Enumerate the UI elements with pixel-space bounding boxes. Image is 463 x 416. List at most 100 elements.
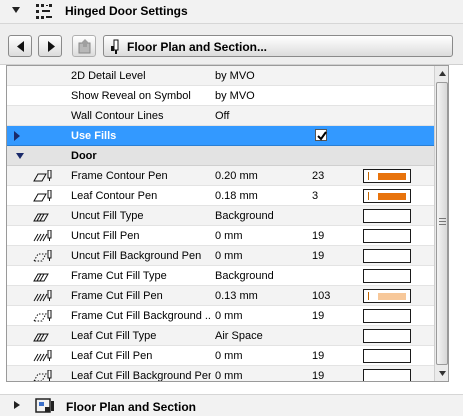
table-row[interactable]: Leaf Cut Fill Pen 0 mm 19 bbox=[7, 346, 434, 366]
use-fills-row[interactable]: Use Fills bbox=[7, 126, 434, 146]
door-section-row[interactable]: Door bbox=[7, 146, 434, 166]
table-row[interactable]: Frame Cut Fill Background ... 0 mm 19 bbox=[7, 306, 434, 326]
pen-number[interactable]: 23 bbox=[312, 170, 324, 182]
table-row[interactable]: Leaf Cut Fill Background Pen 0 mm 19 bbox=[7, 366, 434, 381]
floor-plan-section-title: Floor Plan and Section bbox=[66, 400, 197, 414]
checkmark-icon bbox=[317, 131, 327, 141]
table-row[interactable]: Uncut Fill Pen 0 mm 19 bbox=[7, 226, 434, 246]
use-fills-checkbox[interactable] bbox=[315, 129, 327, 141]
row-label: Uncut Fill Pen bbox=[71, 230, 140, 242]
fill-pen-icon bbox=[33, 290, 52, 302]
row-label: Uncut Fill Background Pen bbox=[71, 250, 202, 262]
pen-color-swatch[interactable] bbox=[363, 269, 411, 283]
previous-button[interactable] bbox=[8, 35, 32, 57]
row-value[interactable]: 0 mm bbox=[215, 230, 243, 242]
swatch-fill bbox=[378, 293, 406, 300]
table-row[interactable]: Frame Contour Pen 0.20 mm 23 bbox=[7, 166, 434, 186]
row-value[interactable]: 0.18 mm bbox=[215, 190, 258, 202]
pen-color-swatch[interactable] bbox=[363, 309, 411, 323]
row-value[interactable]: 0 mm bbox=[215, 370, 243, 381]
table-row[interactable]: Uncut Fill Type Background bbox=[7, 206, 434, 226]
pen-number[interactable]: 3 bbox=[312, 190, 318, 202]
settings-rows: 2D Detail Level by MVO Show Reveal on Sy… bbox=[7, 66, 434, 381]
row-label: Leaf Cut Fill Type bbox=[71, 330, 157, 342]
view-selector-label: Floor Plan and Section... bbox=[127, 40, 268, 54]
row-value[interactable]: by MVO bbox=[215, 90, 255, 102]
row-value[interactable]: by MVO bbox=[215, 70, 255, 82]
pen-color-swatch[interactable] bbox=[363, 249, 411, 263]
collapse-triangle-icon[interactable] bbox=[16, 153, 24, 159]
favorite-button[interactable] bbox=[72, 35, 96, 57]
pen-color-swatch[interactable] bbox=[363, 209, 411, 223]
scroll-up-icon[interactable] bbox=[435, 66, 449, 81]
expand-triangle-icon[interactable] bbox=[14, 401, 20, 409]
row-value[interactable]: 0.13 mm bbox=[215, 290, 258, 302]
pen-contour-icon bbox=[33, 170, 52, 182]
swatch-fill bbox=[378, 193, 406, 200]
pen-number[interactable]: 19 bbox=[312, 350, 324, 362]
next-button[interactable] bbox=[38, 35, 62, 57]
fill-type-icon bbox=[33, 333, 49, 342]
table-row[interactable]: Frame Cut Fill Pen 0.13 mm 103 bbox=[7, 286, 434, 306]
triangle-right-icon bbox=[48, 41, 55, 52]
list-row[interactable]: 2D Detail Level by MVO bbox=[7, 66, 434, 86]
table-row[interactable]: Frame Cut Fill Type Background bbox=[7, 266, 434, 286]
fill-bg-pen-icon bbox=[33, 310, 52, 322]
row-value[interactable]: 0.20 mm bbox=[215, 170, 258, 182]
table-row[interactable]: Leaf Cut Fill Type Air Space bbox=[7, 326, 434, 346]
row-label: 2D Detail Level bbox=[71, 70, 146, 82]
row-label: Uncut Fill Type bbox=[71, 210, 144, 222]
row-label: Wall Contour Lines bbox=[71, 110, 164, 122]
vertical-scrollbar[interactable] bbox=[434, 66, 449, 381]
pen-number[interactable]: 19 bbox=[312, 250, 324, 262]
view-selector-button[interactable]: Floor Plan and Section... bbox=[103, 35, 453, 57]
pen-color-swatch[interactable] bbox=[363, 369, 411, 381]
table-row[interactable]: Leaf Contour Pen 0.18 mm 3 bbox=[7, 186, 434, 206]
list-row[interactable]: Wall Contour Lines Off bbox=[7, 106, 434, 126]
floor-plan-icon bbox=[35, 398, 54, 413]
pen-color-swatch[interactable] bbox=[363, 289, 411, 303]
table-row[interactable]: Uncut Fill Background Pen 0 mm 19 bbox=[7, 246, 434, 266]
row-label: Frame Cut Fill Pen bbox=[71, 290, 163, 302]
fill-pen-icon bbox=[33, 350, 52, 362]
triangle-left-icon bbox=[17, 41, 24, 52]
pen-number[interactable]: 19 bbox=[312, 230, 324, 242]
door-rows: Frame Contour Pen 0.20 mm 23 Leaf Contour P… bbox=[7, 166, 434, 381]
row-label: Frame Cut Fill Type bbox=[71, 270, 167, 282]
collapse-triangle-icon[interactable] bbox=[12, 7, 20, 13]
pen-color-swatch[interactable] bbox=[363, 229, 411, 243]
settings-list: 2D Detail Level by MVO Show Reveal on Sy… bbox=[6, 65, 449, 382]
pen-number[interactable]: 103 bbox=[312, 290, 330, 302]
row-value[interactable]: 0 mm bbox=[215, 310, 243, 322]
pen-contour-icon bbox=[33, 190, 52, 202]
panel-title: Hinged Door Settings bbox=[65, 4, 188, 18]
row-value[interactable]: Background bbox=[215, 210, 274, 222]
row-label: Frame Cut Fill Background ... bbox=[71, 310, 211, 322]
swatch-marker bbox=[368, 192, 369, 200]
row-label: Leaf Contour Pen bbox=[71, 190, 158, 202]
floor-plan-section-header[interactable]: Floor Plan and Section bbox=[0, 394, 463, 416]
door-section-label: Door bbox=[71, 150, 97, 162]
expand-triangle-icon[interactable] bbox=[14, 131, 20, 141]
row-label: Show Reveal on Symbol bbox=[71, 90, 191, 102]
list-row[interactable]: Show Reveal on Symbol by MVO bbox=[7, 86, 434, 106]
pen-color-swatch[interactable] bbox=[363, 189, 411, 203]
swatch-marker bbox=[368, 292, 369, 300]
row-value[interactable]: 0 mm bbox=[215, 350, 243, 362]
pen-number[interactable]: 19 bbox=[312, 370, 324, 381]
pen-color-swatch[interactable] bbox=[363, 329, 411, 343]
row-value[interactable]: Air Space bbox=[215, 330, 263, 342]
pen-color-swatch[interactable] bbox=[363, 169, 411, 183]
pen-number[interactable]: 19 bbox=[312, 310, 324, 322]
row-value[interactable]: 0 mm bbox=[215, 250, 243, 262]
row-label: Frame Contour Pen bbox=[71, 170, 168, 182]
panel-header[interactable]: Hinged Door Settings bbox=[0, 0, 463, 24]
scroll-down-icon[interactable] bbox=[435, 366, 449, 381]
fill-bg-pen-icon bbox=[33, 250, 52, 262]
toolbar: Floor Plan and Section... bbox=[0, 24, 463, 65]
scroll-thumb[interactable] bbox=[436, 82, 448, 365]
pen-color-swatch[interactable] bbox=[363, 349, 411, 363]
row-label: Leaf Cut Fill Pen bbox=[71, 350, 153, 362]
row-value[interactable]: Off bbox=[215, 110, 229, 122]
row-value[interactable]: Background bbox=[215, 270, 274, 282]
